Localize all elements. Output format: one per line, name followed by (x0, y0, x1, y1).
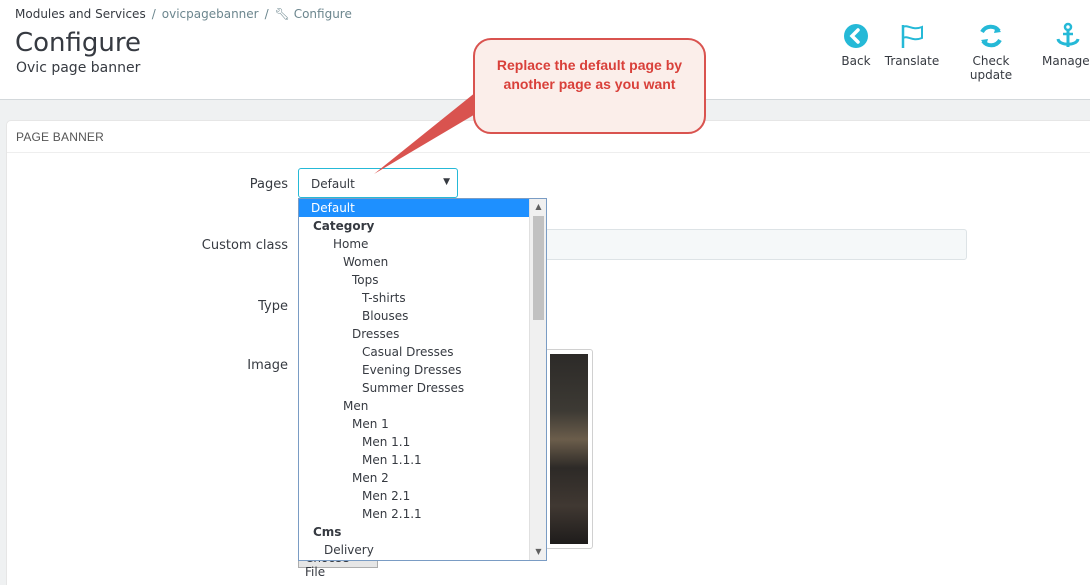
breadcrumb-modules[interactable]: Modules and Services (15, 7, 146, 21)
back-arrow-icon (844, 24, 868, 48)
back-button[interactable]: Back (841, 22, 871, 68)
translate-button[interactable]: Translate (884, 22, 940, 68)
pages-select[interactable]: Default ▼ (298, 168, 458, 198)
check-update-button[interactable]: Check update (951, 22, 1031, 82)
dropdown-option[interactable]: T-shirts (299, 289, 530, 307)
scrollbar-thumb[interactable] (533, 216, 544, 320)
dropdown-option[interactable]: Default (299, 199, 530, 217)
manage-hooks-button[interactable]: Manage (1042, 22, 1090, 68)
image-label: Image (247, 358, 288, 373)
dropdown-option[interactable]: Men 2.1.1 (299, 505, 530, 523)
dropdown-options: Default Category Home Women Tops T-shirts Blou… (299, 199, 530, 559)
custom-class-input[interactable] (545, 229, 967, 260)
dropdown-option[interactable]: Delivery (299, 541, 530, 559)
refresh-icon (980, 24, 1002, 48)
wrench-icon: 🔧︎ (274, 7, 290, 21)
pages-label: Pages (249, 177, 288, 192)
pages-selected-value: Default (311, 177, 355, 191)
anchor-icon (1056, 22, 1080, 47)
pages-dropdown-list[interactable]: Default Category Home Women Tops T-shirts Blou… (298, 198, 547, 561)
breadcrumb-current: Configure (293, 7, 352, 21)
breadcrumb-module[interactable]: ovicpagebanner (162, 7, 259, 21)
breadcrumb-separator: / (264, 7, 269, 21)
check-update-label: Check update (969, 54, 1013, 82)
dropdown-option[interactable]: Men 1.1 (299, 433, 530, 451)
dropdown-option[interactable]: Men 2 (299, 469, 530, 487)
dropdown-option[interactable]: Evening Dresses (299, 361, 530, 379)
breadcrumb-separator: / (151, 7, 156, 21)
dropdown-scrollbar[interactable]: ▲ ▼ (529, 199, 546, 560)
back-label: Back (841, 54, 871, 68)
manage-label: Manage (1042, 54, 1090, 68)
scroll-down-icon[interactable]: ▼ (530, 544, 546, 560)
dropdown-option[interactable]: Women (299, 253, 530, 271)
dropdown-option[interactable]: Men (299, 397, 530, 415)
chevron-down-icon: ▼ (443, 177, 450, 187)
page-title: Configure (15, 28, 142, 58)
dropdown-option[interactable]: Men 1.1.1 (299, 451, 530, 469)
banner-image (550, 354, 588, 544)
dropdown-option[interactable]: Men 1 (299, 415, 530, 433)
translate-label: Translate (884, 54, 940, 68)
dropdown-option[interactable]: Casual Dresses (299, 343, 530, 361)
dropdown-option[interactable]: Men 2.1 (299, 487, 530, 505)
breadcrumb: Modules and Services / ovicpagebanner / 🔧︎ C… (15, 7, 352, 21)
banner-image-preview (545, 349, 593, 549)
annotation-callout: Replace the default page by another page… (473, 38, 706, 134)
dropdown-option[interactable]: Summer Dresses (299, 379, 530, 397)
type-label: Type (258, 299, 288, 314)
dropdown-group-label: Category (313, 219, 375, 233)
dropdown-option[interactable]: Tops (299, 271, 530, 289)
dropdown-option[interactable]: Dresses (299, 325, 530, 343)
page-subtitle: Ovic page banner (16, 60, 141, 76)
scroll-up-icon[interactable]: ▲ (530, 199, 546, 215)
dropdown-option[interactable]: Home (299, 235, 530, 253)
flag-icon (901, 25, 923, 48)
custom-class-label: Custom class (201, 238, 288, 253)
dropdown-group-label: Cms (313, 525, 342, 539)
dropdown-option[interactable]: Blouses (299, 307, 530, 325)
